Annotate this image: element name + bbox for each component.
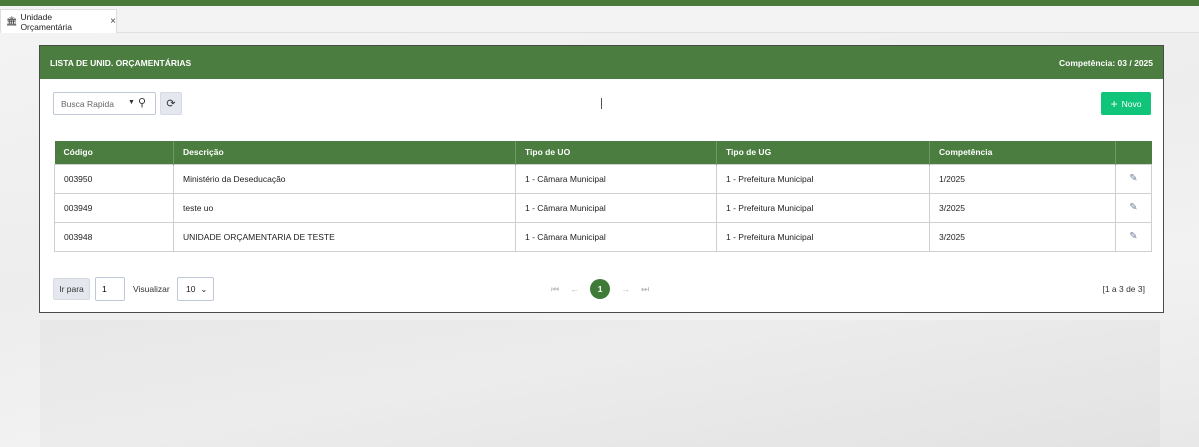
current-page-button[interactable]: 1: [590, 279, 611, 299]
table-row[interactable]: 003949 teste uo 1 - Câmara Municipal 1 -…: [54, 192, 1152, 223]
cell-tipo-uo: 1 - Câmara Municipal: [515, 163, 717, 194]
cell-descricao: teste uo: [173, 192, 516, 223]
search-icon[interactable]: ⚲: [138, 96, 146, 109]
goto-page-button[interactable]: Ir para: [53, 278, 90, 300]
column-header-codigo[interactable]: Código: [54, 141, 174, 164]
last-page-icon[interactable]: ⏭: [641, 284, 649, 295]
pagination-footer: Ir para Visualizar 10 ⌄ ⏮ ← 1 → ⏭ [1 a 3…: [53, 277, 1150, 301]
institution-icon: 🏛: [6, 16, 18, 26]
caret-down-icon[interactable]: ▼: [128, 99, 135, 106]
tab-label: Unidade Orçamentária: [20, 11, 72, 32]
tab-unidade-orcamentaria[interactable]: 🏛 Unidade Orçamentária ×: [0, 9, 117, 33]
prev-page-icon[interactable]: ←: [570, 284, 579, 294]
cell-competencia: 3/2025: [929, 192, 1116, 223]
toolbar: Busca Rapida ▼ ⚲ ⟳ + Novo: [40, 79, 1163, 139]
first-page-icon[interactable]: ⏮: [551, 284, 559, 295]
refresh-button[interactable]: ⟳: [160, 92, 182, 115]
table-row[interactable]: 003950 Ministério da Deseducação 1 - Câm…: [54, 163, 1152, 194]
cell-descricao: UNIDADE ORÇAMENTARIA DE TESTE: [173, 221, 516, 252]
record-count: [1 a 3 de 3]: [1102, 284, 1145, 294]
goto-page-input[interactable]: [95, 277, 125, 301]
cell-codigo: 003948: [54, 221, 174, 252]
close-tab-icon[interactable]: ×: [110, 16, 116, 27]
tab-strip: 🏛 Unidade Orçamentária ×: [0, 6, 1199, 33]
cell-codigo: 003950: [54, 163, 174, 194]
cell-codigo: 003949: [54, 192, 174, 223]
unidades-table: Código Descrição Tipo de UO Tipo de UG C…: [54, 141, 1152, 252]
pager: ⏮ ← 1 → ⏭: [551, 277, 649, 301]
background-decoration: [40, 320, 1160, 447]
unidades-panel: LISTA DE UNID. ORÇAMENTÁRIAS Competência…: [39, 45, 1164, 313]
plus-icon: +: [1110, 96, 1118, 111]
cell-tipo-ug: 1 - Prefeitura Municipal: [716, 221, 930, 252]
cell-tipo-ug: 1 - Prefeitura Municipal: [716, 192, 930, 223]
edit-icon[interactable]: ✎: [1129, 202, 1137, 213]
search-placeholder: Busca Rapida: [61, 98, 114, 109]
page-size-value: 10: [186, 284, 196, 294]
panel-title: LISTA DE UNID. ORÇAMENTÁRIAS: [50, 57, 192, 68]
cell-competencia: 3/2025: [929, 221, 1116, 252]
page-size-select[interactable]: 10 ⌄: [177, 277, 214, 301]
edit-icon[interactable]: ✎: [1129, 173, 1137, 184]
panel-header: LISTA DE UNID. ORÇAMENTÁRIAS Competência…: [40, 46, 1163, 79]
new-button-label: Novo: [1121, 98, 1142, 109]
column-header-tipo-ug[interactable]: Tipo de UG: [716, 141, 930, 164]
cell-descricao: Ministério da Deseducação: [173, 163, 516, 194]
search-input[interactable]: Busca Rapida ▼ ⚲: [53, 92, 156, 115]
table-row[interactable]: 003948 UNIDADE ORÇAMENTARIA DE TESTE 1 -…: [54, 221, 1152, 252]
column-header-competencia[interactable]: Competência: [929, 141, 1116, 164]
cell-competencia: 1/2025: [929, 163, 1116, 194]
chevron-down-icon: ⌄: [200, 284, 208, 294]
competencia-label: Competência: 03 / 2025: [1058, 57, 1153, 68]
cell-actions: ✎: [1115, 192, 1152, 223]
edit-icon[interactable]: ✎: [1129, 231, 1137, 242]
refresh-icon: ⟳: [166, 98, 176, 110]
text-cursor: [601, 98, 602, 109]
table-header-row: Código Descrição Tipo de UO Tipo de UG C…: [54, 141, 1152, 164]
cell-tipo-uo: 1 - Câmara Municipal: [515, 192, 717, 223]
view-label: Visualizar: [133, 284, 170, 294]
cell-actions: ✎: [1115, 163, 1152, 194]
column-header-descricao[interactable]: Descrição: [173, 141, 516, 164]
cell-tipo-ug: 1 - Prefeitura Municipal: [716, 163, 930, 194]
cell-tipo-uo: 1 - Câmara Municipal: [515, 221, 717, 252]
column-header-tipo-uo[interactable]: Tipo de UO: [515, 141, 717, 164]
next-page-icon[interactable]: →: [621, 284, 630, 294]
column-header-actions: [1115, 141, 1152, 164]
cell-actions: ✎: [1115, 221, 1152, 252]
new-button[interactable]: + Novo: [1101, 92, 1151, 115]
